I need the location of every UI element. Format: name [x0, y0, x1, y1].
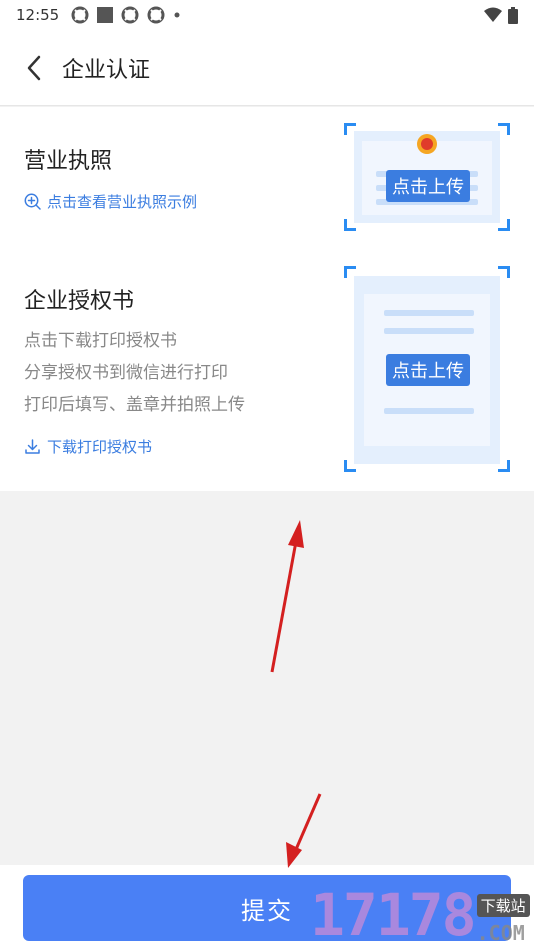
- annotation-arrows: [270, 520, 322, 868]
- annotation-arrow-up: [270, 520, 304, 673]
- annotation-arrow-down: [286, 793, 322, 868]
